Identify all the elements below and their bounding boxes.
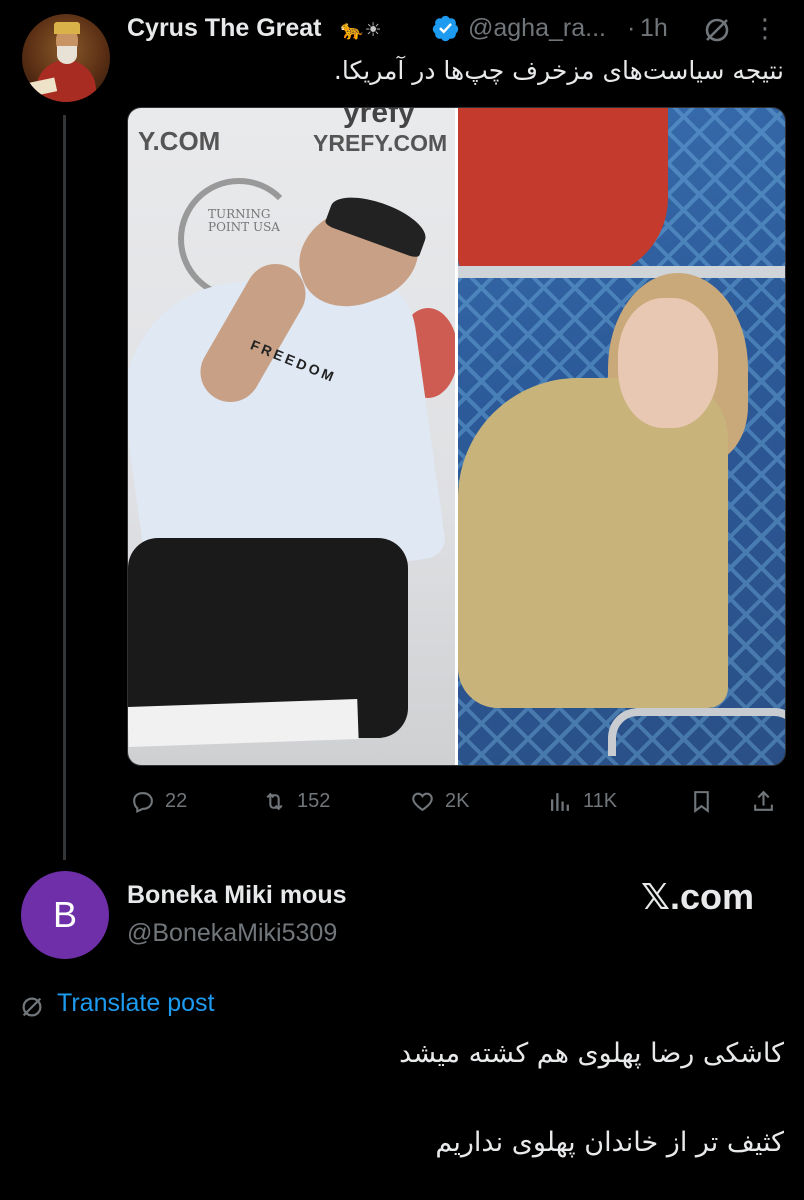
media-image-right[interactable] [458, 108, 785, 765]
reply-author-handle[interactable]: @BonekaMiki5309 [127, 919, 337, 948]
reply-text-line-2: کثیف تر از خاندان پهلوی نداریم [435, 1127, 784, 1158]
reply-author-avatar[interactable]: B [21, 871, 109, 959]
views-button[interactable]: 11K [548, 786, 617, 816]
media-watermark-1: Y.COM [138, 126, 221, 156]
name-emojis: 🐆☀ [340, 20, 383, 41]
reply-count: 22 [165, 789, 188, 812]
post-text: نتیجه سیاست‌های مزخرف چپ‌ها در آمریکا. [333, 56, 784, 85]
author-handle[interactable]: @agha_ra... [468, 14, 606, 43]
separator-dot: · [627, 14, 636, 42]
share-icon [754, 790, 773, 811]
reply-button[interactable]: 22 [130, 786, 187, 816]
bookmark-icon [694, 790, 709, 813]
more-options-icon[interactable]: ⋮ [752, 13, 779, 44]
reply-author-name[interactable]: Boneka Miki mous [127, 881, 347, 910]
views-count: 11K [583, 789, 618, 812]
repost-button[interactable]: 152 [262, 786, 330, 816]
author-avatar[interactable] [22, 14, 110, 102]
repost-icon [266, 792, 283, 810]
post-time[interactable]: 1h [640, 14, 668, 43]
thread-connector-line [63, 115, 66, 860]
share-button[interactable] [751, 786, 776, 816]
logo-text: TURNING POINT USA [208, 207, 280, 234]
like-button[interactable]: 2K [410, 786, 469, 816]
verified-badge-icon [432, 15, 459, 42]
views-icon [551, 792, 569, 811]
media-watermark-2: YREFY.COM [313, 130, 448, 156]
repost-count: 152 [297, 789, 331, 812]
translate-post-link[interactable]: Translate post [57, 989, 214, 1018]
bookmark-button[interactable] [689, 786, 714, 816]
author-name[interactable]: Cyrus The Great [127, 14, 322, 43]
x-watermark: 𝕏.com [641, 876, 755, 917]
like-count: 2K [445, 789, 470, 812]
media-image-left[interactable]: Y.COM YREFY.COM yrefy TURNING POINT USA … [128, 108, 455, 765]
translate-icon[interactable] [19, 994, 45, 1020]
reply-text-line-1: کاشکی رضا پهلوی هم کشته میشد [399, 1038, 784, 1069]
media-watermark-3: yrefy [343, 108, 415, 129]
post-media[interactable]: Y.COM YREFY.COM yrefy TURNING POINT USA … [127, 107, 786, 766]
heart-icon [412, 792, 433, 811]
grok-icon[interactable] [703, 16, 731, 44]
reply-icon [133, 791, 153, 813]
